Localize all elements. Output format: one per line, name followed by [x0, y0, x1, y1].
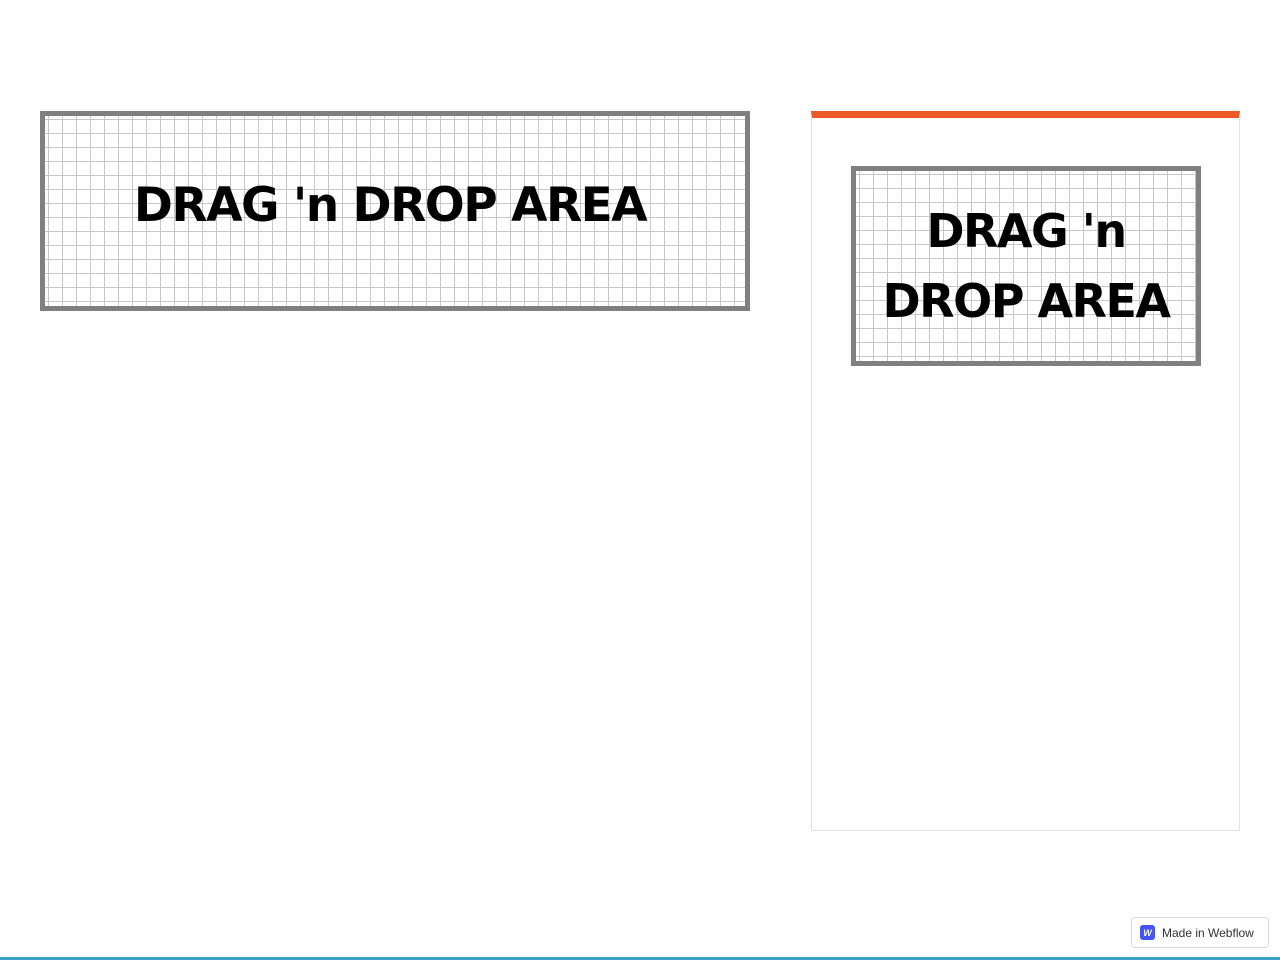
drop-area-main[interactable]: DRAG 'n DROP AREA	[40, 111, 750, 311]
webflow-icon: W	[1140, 925, 1155, 940]
drop-area-side-label-line1: DRAG 'n	[926, 204, 1127, 258]
badge-label: Made in Webflow	[1162, 925, 1254, 940]
drop-area-side-label: DRAG 'n DROP AREA	[882, 196, 1171, 336]
drop-area-side-label-line2: DROP AREA	[882, 274, 1171, 328]
drop-area-label: DRAG 'n DROP AREA	[133, 178, 648, 233]
side-panel: DRAG 'n DROP AREA	[811, 111, 1240, 831]
drop-area-side[interactable]: DRAG 'n DROP AREA	[851, 166, 1201, 366]
made-in-webflow-badge[interactable]: W Made in Webflow	[1131, 917, 1269, 948]
